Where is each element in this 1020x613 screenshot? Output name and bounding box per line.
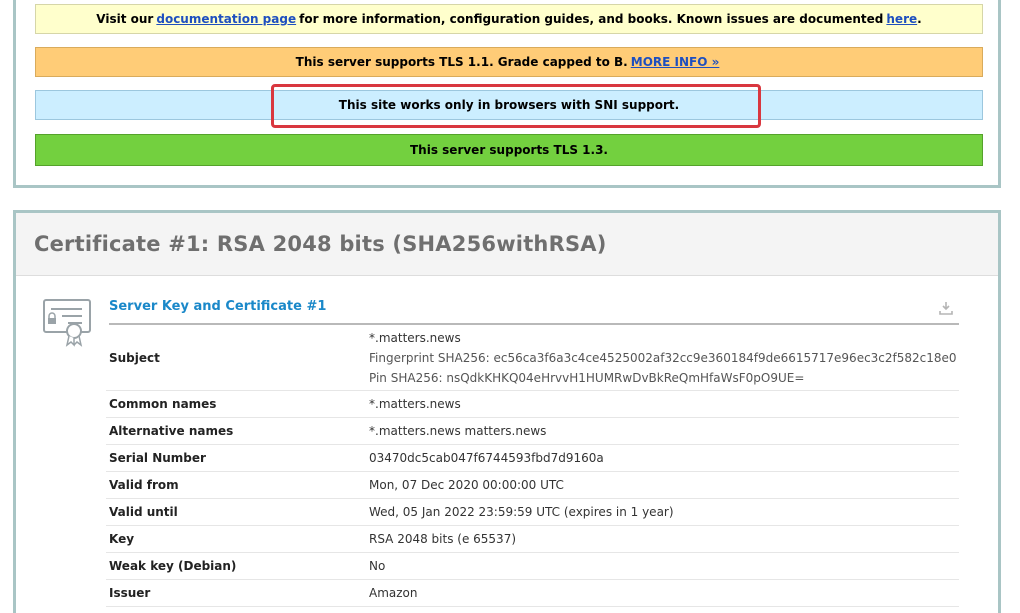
row-label: Alternative names bbox=[106, 417, 369, 445]
certificate-icon bbox=[43, 299, 91, 347]
row-value-text: No bbox=[369, 559, 386, 573]
row-value: Mon, 07 Dec 2020 00:00:00 UTC bbox=[369, 471, 959, 499]
sni-notice: This site works only in browsers with SN… bbox=[35, 90, 983, 120]
row-value: *.matters.news Fingerprint SHA256: ec56ca… bbox=[369, 326, 959, 391]
row-label: Weak key (Debian) bbox=[106, 552, 369, 580]
doc-notice-prefix: Visit our bbox=[96, 12, 154, 26]
row-label: Serial Number bbox=[106, 444, 369, 472]
tls13-notice-text: This server supports TLS 1.3. bbox=[410, 143, 608, 157]
row-label: Subject bbox=[106, 326, 369, 391]
sni-notice-text: This site works only in browsers with SN… bbox=[338, 98, 680, 112]
row-value: *.matters.news bbox=[369, 390, 959, 418]
row-value: No bbox=[369, 552, 959, 580]
table-row: Common names *.matters.news bbox=[106, 390, 959, 418]
documentation-page-link[interactable]: documentation page bbox=[156, 12, 296, 26]
fingerprint-text: Fingerprint SHA256: ec56ca3f6a3c4ce45250… bbox=[369, 351, 957, 365]
row-value: Wed, 05 Jan 2022 23:59:59 UTC (expires i… bbox=[369, 498, 959, 526]
row-value: *.matters.news matters.news bbox=[369, 417, 959, 445]
row-value: RSA 2048 bits (e 65537) bbox=[369, 525, 959, 553]
notices-panel: Visit our documentation page for more in… bbox=[13, 0, 1001, 188]
certificate-header: Certificate #1: RSA 2048 bits (SHA256wit… bbox=[16, 213, 998, 276]
tls13-notice: This server supports TLS 1.3. bbox=[35, 134, 983, 166]
row-value-text: 03470dc5cab047f6744593fbd7d9160a bbox=[369, 451, 604, 465]
download-icon[interactable] bbox=[939, 301, 953, 315]
certificate-title: Certificate #1: RSA 2048 bits (SHA256wit… bbox=[34, 232, 607, 256]
row-value-text: Amazon bbox=[369, 586, 418, 600]
more-info-link[interactable]: MORE INFO » bbox=[631, 55, 720, 69]
row-label: Valid until bbox=[106, 498, 369, 526]
certificate-info-table: Subject *.matters.news Fingerprint SHA256:… bbox=[106, 326, 959, 607]
row-label: Key bbox=[106, 525, 369, 553]
row-value-text: *.matters.news bbox=[369, 397, 461, 411]
row-value-text: RSA 2048 bits (e 65537) bbox=[369, 532, 517, 546]
table-row: Weak key (Debian) No bbox=[106, 552, 959, 580]
section-title: Server Key and Certificate #1 bbox=[109, 299, 327, 314]
row-value-text: Mon, 07 Dec 2020 00:00:00 UTC bbox=[369, 478, 564, 492]
tls11-notice-text: This server supports TLS 1.1. Grade capp… bbox=[295, 55, 628, 69]
table-row: Alternative names *.matters.news matters.… bbox=[106, 417, 959, 445]
row-value: Amazon bbox=[369, 579, 959, 607]
doc-notice-middle: for more information, configuration guid… bbox=[299, 12, 884, 26]
pin-text: Pin SHA256: nsQdkKHKQ04eHrvvH1HUMRwDvBkR… bbox=[369, 371, 805, 385]
certificate-panel: Certificate #1: RSA 2048 bits (SHA256wit… bbox=[13, 210, 1001, 613]
table-row: Subject *.matters.news Fingerprint SHA256:… bbox=[106, 326, 959, 391]
row-label: Issuer bbox=[106, 579, 369, 607]
row-value-text: *.matters.news matters.news bbox=[369, 424, 547, 438]
table-row: Serial Number 03470dc5cab047f6744593fbd7d… bbox=[106, 444, 959, 472]
table-row: Valid from Mon, 07 Dec 2020 00:00:00 UTC bbox=[106, 471, 959, 499]
table-row: Issuer Amazon bbox=[106, 579, 959, 607]
known-issues-link[interactable]: here bbox=[886, 12, 917, 26]
doc-notice-suffix: . bbox=[917, 12, 922, 26]
row-label: Valid from bbox=[106, 471, 369, 499]
table-row: Valid until Wed, 05 Jan 2022 23:59:59 UTC… bbox=[106, 498, 959, 526]
row-value-text: *.matters.news bbox=[369, 331, 461, 345]
section-divider bbox=[109, 323, 959, 325]
row-value: 03470dc5cab047f6744593fbd7d9160a bbox=[369, 444, 959, 472]
documentation-notice: Visit our documentation page for more in… bbox=[35, 4, 983, 34]
tls11-warning-notice: This server supports TLS 1.1. Grade capp… bbox=[35, 47, 983, 77]
row-value-text: Wed, 05 Jan 2022 23:59:59 UTC (expires i… bbox=[369, 505, 674, 519]
table-row: Key RSA 2048 bits (e 65537) bbox=[106, 525, 959, 553]
row-label: Common names bbox=[106, 390, 369, 418]
